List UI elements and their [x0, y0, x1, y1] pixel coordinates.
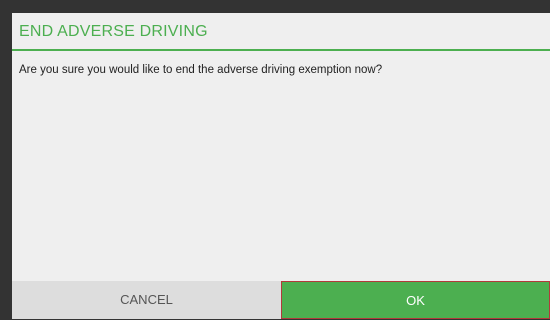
dialog-message: Are you sure you would like to end the a…: [19, 64, 383, 76]
dialog-header: END ADVERSE DRIVING: [12, 13, 550, 51]
ok-button[interactable]: OK: [281, 281, 550, 319]
adverse-driving-dialog: END ADVERSE DRIVING Are you sure you wou…: [12, 13, 550, 319]
dialog-title: END ADVERSE DRIVING: [19, 23, 208, 40]
cancel-button[interactable]: CANCEL: [12, 281, 281, 319]
dialog-actions: CANCEL OK: [12, 281, 550, 319]
